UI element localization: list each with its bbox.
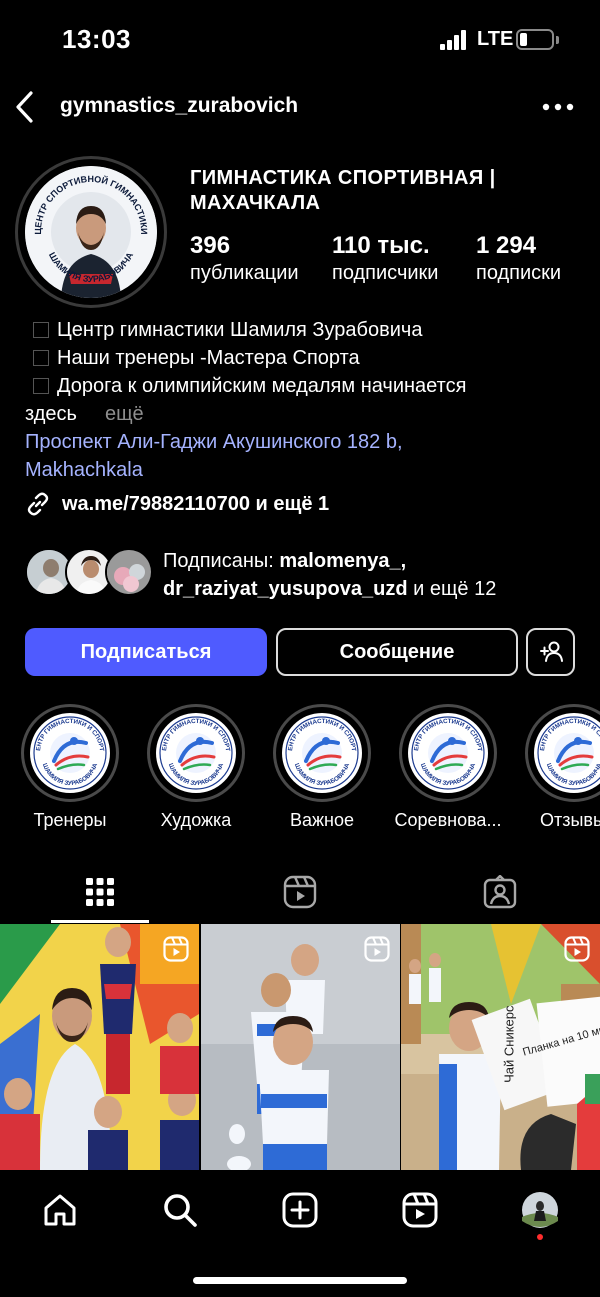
nav-create[interactable] bbox=[270, 1186, 330, 1234]
square-emoji-icon bbox=[33, 350, 49, 366]
square-emoji-icon bbox=[33, 322, 49, 338]
bio-line: Наши тренеры -Мастера Спорта bbox=[25, 344, 585, 372]
reel-badge-icon bbox=[363, 936, 390, 962]
nav-profile[interactable] bbox=[510, 1186, 570, 1234]
profile-avatar-icon bbox=[522, 1192, 558, 1228]
nav-home[interactable] bbox=[30, 1186, 90, 1234]
bio-line: здесь ещё bbox=[25, 400, 585, 428]
tab-tagged[interactable] bbox=[400, 862, 600, 922]
highlight-logo: ЦЕНТР ГИМНАСТИКИ И СПОРТАШАМИЛЯ ЗУРАБОВИ… bbox=[534, 713, 600, 793]
network-label: LTE bbox=[477, 28, 514, 50]
post-thumbnail[interactable] bbox=[200, 924, 400, 1170]
follow-button[interactable]: Подписаться bbox=[25, 628, 267, 676]
bio-more-link[interactable]: ещё bbox=[105, 400, 144, 428]
battery-icon bbox=[516, 29, 554, 50]
followed-by[interactable]: Подписаны: malomenya_, dr_raziyat_yusupo… bbox=[25, 545, 600, 603]
nav-search[interactable] bbox=[150, 1186, 210, 1234]
plus-square-icon bbox=[282, 1192, 318, 1228]
reel-badge-icon bbox=[163, 936, 189, 962]
followed-by-text: Подписаны: malomenya_, dr_raziyat_yusupo… bbox=[163, 550, 497, 600]
bio-line: Дорога к олимпийским медалям начинается bbox=[25, 372, 585, 400]
highlight-logo: ЦЕНТР ГИМНАСТИКИ И СПОРТАШАМИЛЯ ЗУРАБОВИ… bbox=[282, 713, 362, 793]
stat-posts[interactable]: 396 публикации bbox=[190, 232, 299, 285]
active-tab-indicator bbox=[51, 920, 149, 923]
reel-badge-icon bbox=[564, 936, 590, 962]
home-indicator bbox=[193, 1277, 407, 1284]
status-time: 13:03 bbox=[62, 24, 131, 54]
square-emoji-icon bbox=[33, 378, 49, 394]
profile-bio: Центр гимнастики Шамиля Зурабовича Наши … bbox=[25, 316, 585, 428]
suggest-user-button[interactable] bbox=[526, 628, 575, 676]
post-sign-text: Чай Сникерс bbox=[501, 1005, 516, 1083]
svg-text:Чай Сникерс: Чай Сникерс bbox=[501, 1005, 516, 1083]
profile-name: ГИМНАСТИКА СПОРТИВНАЯ | МАХАЧКАЛА bbox=[190, 167, 496, 214]
tab-reels[interactable] bbox=[200, 862, 400, 922]
nav-reels[interactable] bbox=[390, 1186, 450, 1234]
profile-link[interactable]: wa.me/79882110700 и ещё 1 bbox=[25, 489, 329, 519]
profile-header: gymnastics_zurabovich bbox=[0, 82, 600, 132]
reels-icon bbox=[283, 875, 317, 909]
add-person-icon bbox=[539, 641, 563, 662]
more-options-icon[interactable] bbox=[540, 92, 576, 122]
highlight-logo: ЦЕНТР ГИМНАСТИКИ И СПОРТАШАМИЛЯ ЗУРАБОВИ… bbox=[408, 713, 488, 793]
profile-address[interactable]: Проспект Али-Гаджи Акушинского 182 b, Ma… bbox=[25, 428, 495, 484]
tab-posts-grid[interactable] bbox=[0, 862, 200, 922]
profile-username: gymnastics_zurabovich bbox=[60, 94, 299, 117]
highlight-logo: ЦЕНТР ГИМНАСТИКИ И СПОРТАШАМИЛЯ ЗУРАБОВИ… bbox=[156, 713, 236, 793]
posts-grid: Чай Сникерс Планка на 10 минут bbox=[0, 924, 600, 1170]
post-thumbnail[interactable] bbox=[0, 924, 199, 1170]
avatar-image: ЦЕНТР СПОРТИВНОЙ ГИМНАСТИКИ ШАМИЛЯ ЗУРАБ… bbox=[25, 166, 157, 298]
back-icon[interactable] bbox=[12, 88, 40, 126]
link-icon bbox=[27, 492, 49, 516]
stat-followers[interactable]: 110 тыс. подписчики bbox=[332, 232, 438, 285]
profile-avatar[interactable]: ЦЕНТР СПОРТИВНОЙ ГИМНАСТИКИ ШАМИЛЯ ЗУРАБ… bbox=[15, 156, 167, 308]
message-button[interactable]: Сообщение bbox=[276, 628, 518, 676]
grid-icon bbox=[86, 878, 114, 906]
tagged-person-icon bbox=[483, 875, 517, 909]
bio-line: Центр гимнастики Шамиля Зурабовича bbox=[25, 316, 585, 344]
reels-icon bbox=[402, 1192, 438, 1228]
search-icon bbox=[164, 1194, 197, 1227]
signal-icon bbox=[440, 30, 468, 50]
notification-dot bbox=[537, 1234, 543, 1240]
follower-avatar bbox=[105, 548, 153, 596]
home-icon bbox=[44, 1194, 76, 1226]
status-bar: 13:03 LTE bbox=[0, 0, 600, 80]
post-thumbnail[interactable]: Чай Сникерс Планка на 10 минут bbox=[401, 924, 600, 1170]
highlight-logo: ЦЕНТР ГИМНАСТИКИ И СПОРТАШАМИЛЯ ЗУРАБОВИ… bbox=[30, 713, 110, 793]
stat-following[interactable]: 1 294 подписки bbox=[476, 232, 561, 285]
profile-tabs bbox=[0, 862, 600, 924]
